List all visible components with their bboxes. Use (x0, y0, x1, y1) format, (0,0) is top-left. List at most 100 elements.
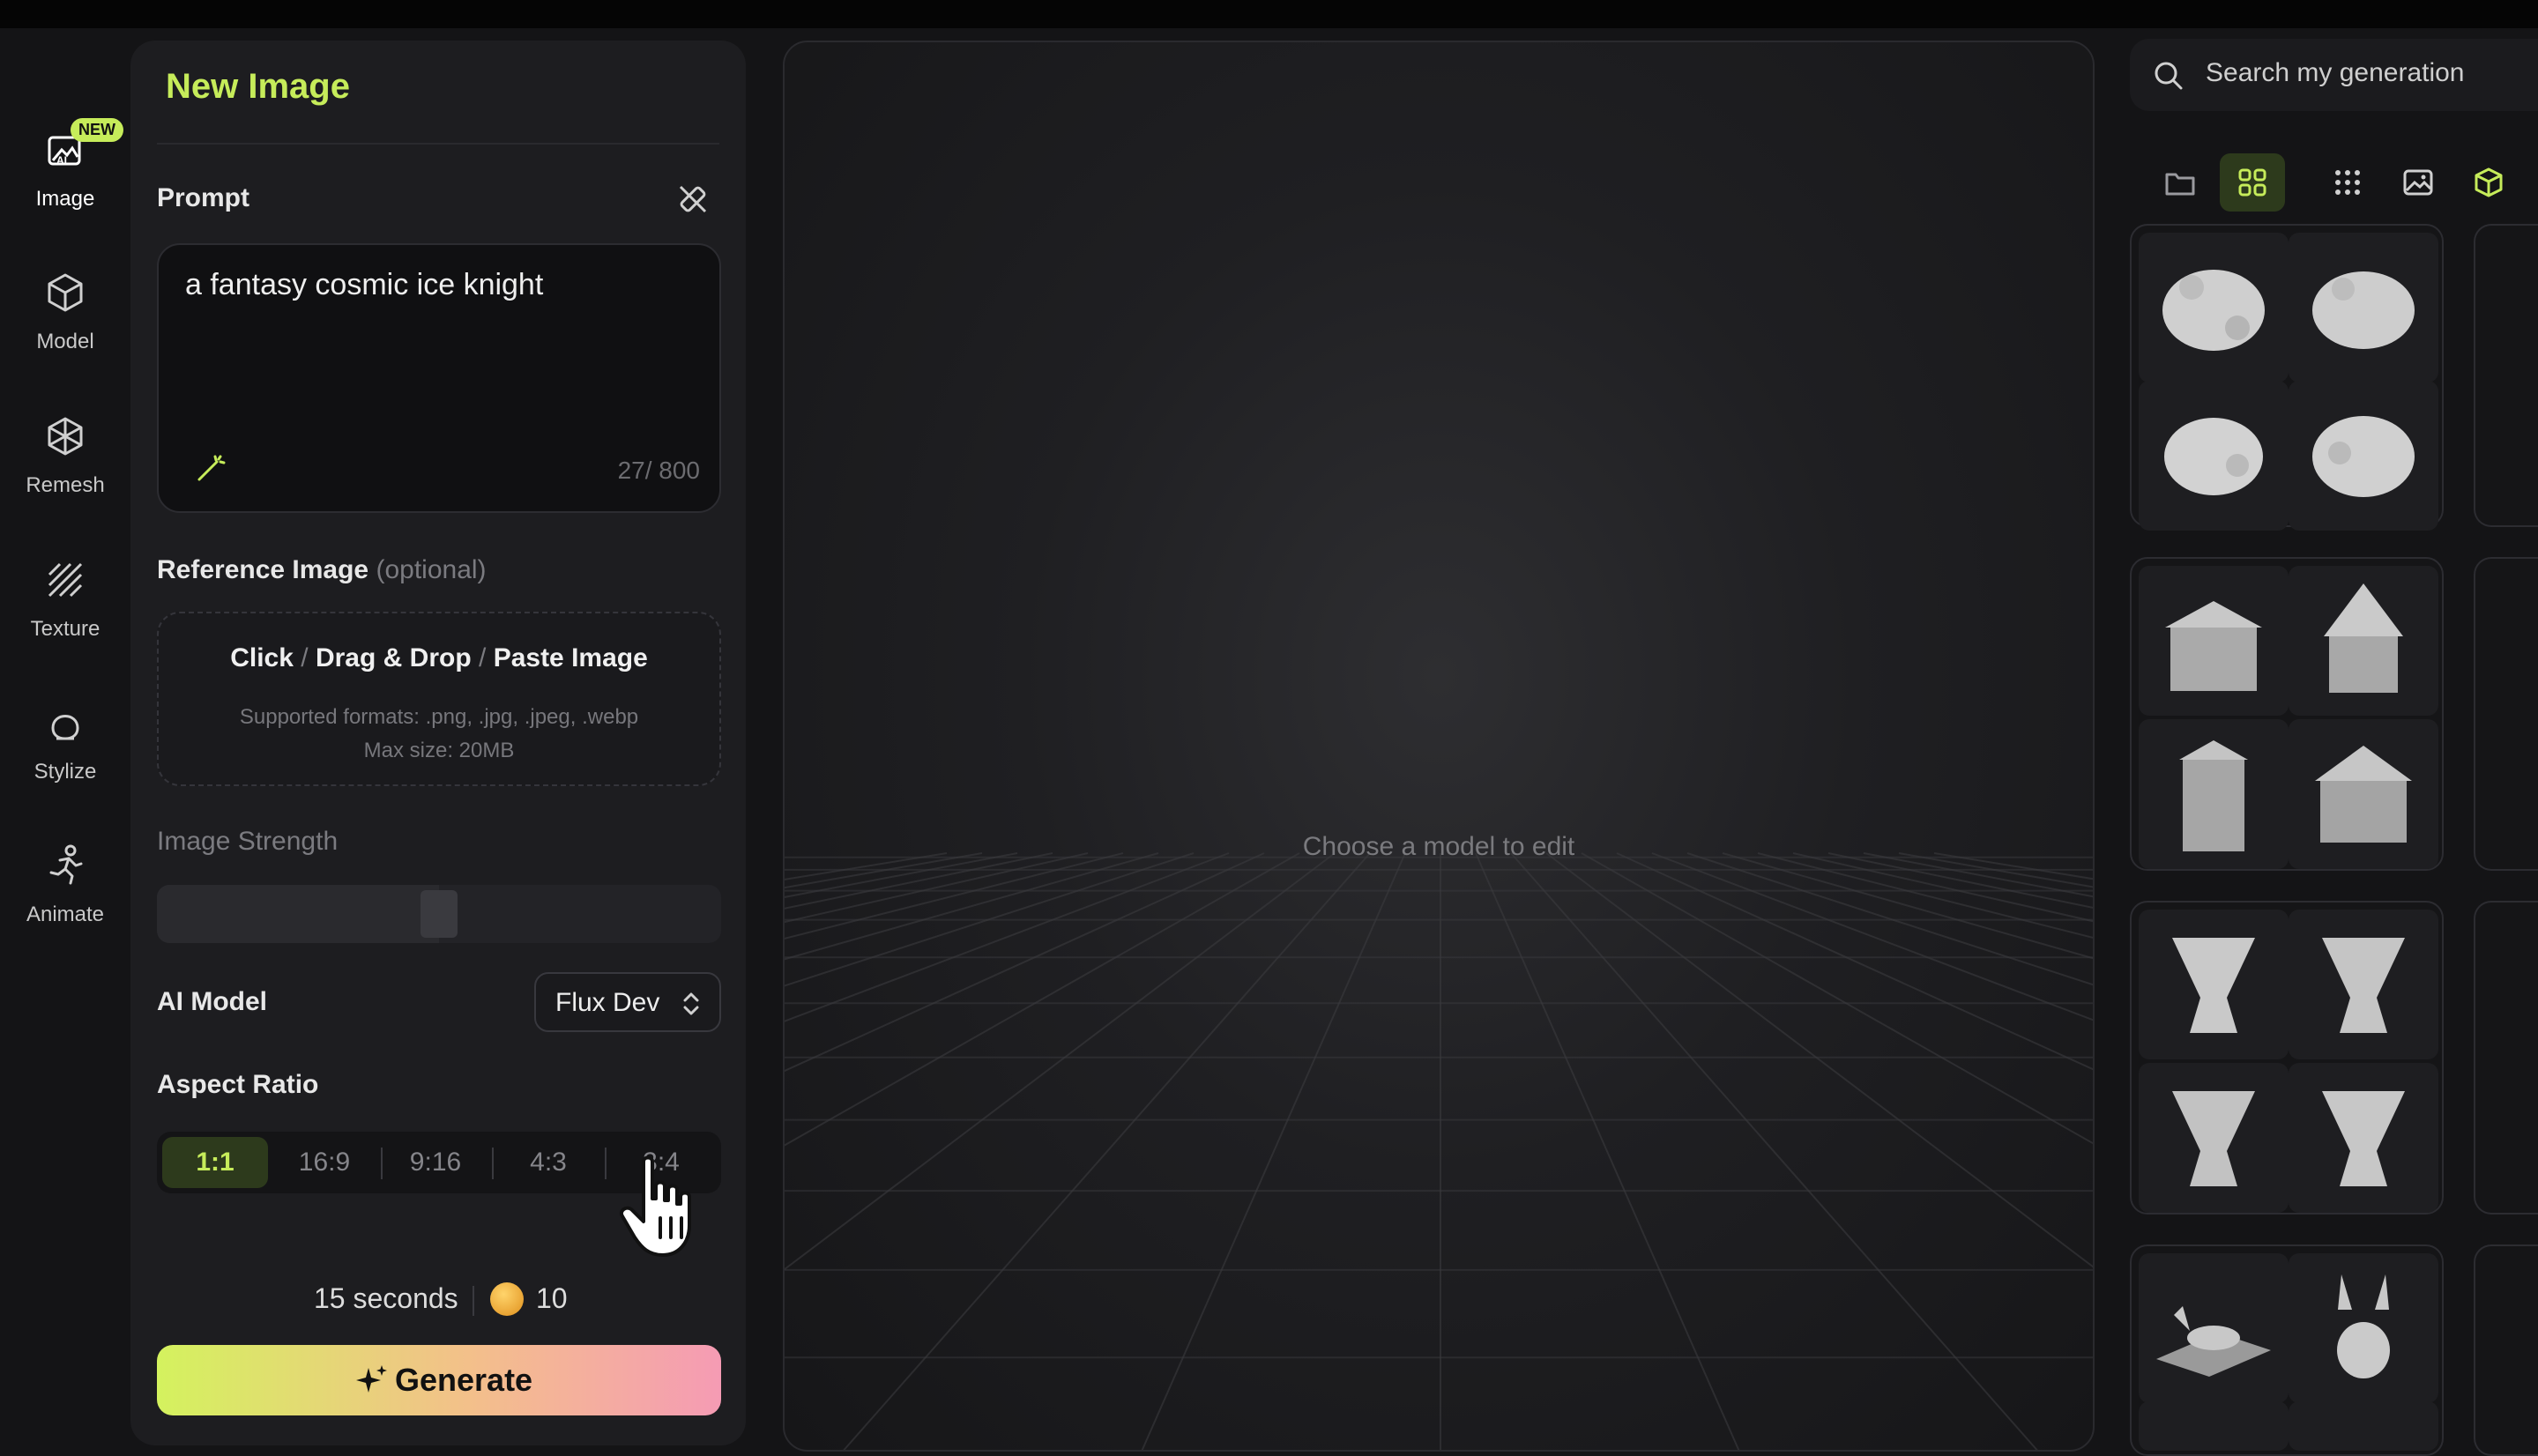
search-placeholder[interactable]: Search my generation (2206, 58, 2465, 88)
grid-line (785, 852, 1159, 961)
piggy-bank-thumbnail[interactable] (2139, 381, 2289, 531)
nav-item-animate[interactable]: Animate (0, 841, 130, 973)
prompt-input[interactable]: a fantasy cosmic ice knight 27/ 800 (157, 243, 721, 513)
nav-item-stylize[interactable]: Stylize (0, 698, 130, 830)
reference-separator: / (479, 643, 487, 672)
nav-item-image[interactable]: AI NEW Image (0, 118, 130, 257)
aspect-option-16-9[interactable]: 16:9 (272, 1137, 377, 1188)
piggy-bank-thumbnail[interactable] (2139, 233, 2289, 383)
vase-model (2172, 938, 2255, 1033)
gallery-card-dog[interactable] (2130, 1244, 2444, 1456)
nav-item-texture[interactable]: Texture (0, 555, 130, 687)
nav-label-animate: Animate (26, 903, 105, 926)
generate-button[interactable]: Generate (157, 1345, 721, 1415)
house-model (2324, 583, 2403, 693)
nav-label-texture: Texture (30, 617, 100, 641)
viewport-empty-message: Choose a model to edit (1302, 832, 1575, 861)
folder-icon (2165, 173, 2195, 196)
grid-line (785, 852, 1265, 1073)
nav-item-model[interactable]: Model (0, 268, 130, 400)
remesh-icon (48, 417, 83, 456)
grid-line (1510, 852, 2038, 1450)
filter-grid-large[interactable] (2220, 153, 2285, 212)
piggy-bank-thumbnail[interactable] (2289, 233, 2438, 383)
gallery-card-piggy-bank[interactable] (2130, 224, 2444, 531)
dog-thumbnail[interactable] (2289, 1253, 2438, 1403)
filter-model[interactable] (2456, 153, 2521, 212)
vase-thumbnail[interactable] (2139, 1063, 2289, 1213)
grid-line (1757, 852, 2093, 939)
vase-thumbnail[interactable] (2139, 910, 2289, 1059)
magic-wand-icon[interactable] (194, 453, 226, 485)
reference-drag-drop[interactable]: Drag & Drop (316, 643, 472, 672)
grid-line (1141, 852, 1406, 1450)
aspect-option-4-3[interactable]: 4:3 (495, 1137, 601, 1188)
aspect-option-9-16[interactable]: 9:16 (383, 1137, 488, 1188)
prompt-text[interactable]: a fantasy cosmic ice knight (185, 268, 543, 302)
svg-text:AI: AI (56, 154, 67, 167)
reference-image-dropzone[interactable]: Click / Drag & Drop / Paste Image Suppor… (157, 612, 721, 786)
gallery-card-partial[interactable] (2474, 1244, 2538, 1456)
model-viewport[interactable]: Choose a model to edit (783, 41, 2095, 1452)
image-strength-label: Image Strength (157, 827, 339, 856)
reference-max-size: Max size: 20MB (363, 739, 515, 762)
search-icon (2155, 62, 2183, 90)
dog-thumbnail[interactable] (2139, 1253, 2289, 1403)
house-model (2179, 740, 2248, 851)
aspect-ratio-label: Aspect Ratio (157, 1070, 319, 1099)
image-icon (2403, 169, 2433, 196)
prompt-counter: 27/ 800 (617, 457, 700, 484)
piggy-bank-thumbnail[interactable] (2289, 381, 2438, 531)
filter-image[interactable] (2385, 153, 2451, 212)
gallery-card-partial[interactable] (2474, 557, 2538, 871)
grid-line (785, 852, 983, 889)
credit-cost: 10 (536, 1282, 568, 1314)
dog-model (2156, 1306, 2271, 1377)
vase-model (2322, 1091, 2405, 1186)
house-thumbnail[interactable] (2139, 566, 2289, 716)
image-strength-slider[interactable] (157, 885, 721, 943)
piggy-bank-model (2164, 418, 2263, 495)
reference-click[interactable]: Click (230, 643, 294, 672)
vase-thumbnail[interactable] (2289, 1063, 2438, 1213)
credit-coin-icon (490, 1282, 524, 1316)
generate-label: Generate (395, 1362, 533, 1398)
filter-grid-small[interactable] (2315, 153, 2380, 212)
reference-image-label: Reference Image (optional) (157, 555, 487, 585)
slider-thumb[interactable] (421, 890, 458, 938)
house-thumbnail[interactable] (2289, 719, 2438, 869)
house-thumbnail[interactable] (2139, 719, 2289, 869)
piggy-bank-model (2162, 270, 2265, 351)
clear-prompt-icon[interactable] (675, 182, 711, 217)
running-figure-icon (49, 844, 83, 885)
aspect-option-1-1[interactable]: 1:1 (162, 1137, 268, 1188)
gallery-card-partial[interactable] (2474, 224, 2538, 527)
floor-grid (785, 852, 2093, 1450)
nav-label-remesh: Remesh (26, 473, 105, 497)
house-thumbnail[interactable] (2289, 566, 2438, 716)
grid-line (1722, 852, 2093, 960)
filter-folder[interactable] (2147, 153, 2213, 212)
gallery-card-house[interactable] (2130, 557, 2444, 871)
panel-title: New Image (166, 67, 350, 106)
reference-paste[interactable]: Paste Image (494, 643, 648, 672)
vase-thumbnail[interactable] (2289, 910, 2438, 1059)
gallery-card-partial[interactable] (2474, 901, 2538, 1215)
cube-icon (2475, 167, 2503, 197)
sparkle-icon (356, 1365, 387, 1393)
grid-line (1475, 852, 1740, 1450)
grid-line (1863, 852, 2093, 898)
dog-thumbnail[interactable] (2139, 1401, 2289, 1451)
nav-label-stylize: Stylize (33, 760, 97, 784)
grid-line (843, 852, 1371, 1450)
hand-pointer-icon (620, 1155, 691, 1257)
grid-line (1898, 852, 2093, 888)
grid-line (1545, 852, 2093, 1268)
left-nav: AI NEW Image Model Remesh Texture Styliz… (0, 28, 130, 1452)
ai-model-select[interactable]: Flux Dev (534, 972, 721, 1032)
nav-item-remesh[interactable]: Remesh (0, 412, 130, 544)
gallery-card-vase[interactable] (2130, 901, 2444, 1215)
chevron-updown-icon (683, 992, 699, 1015)
gallery-search[interactable]: Search my generation (2130, 39, 2538, 111)
dog-thumbnail[interactable] (2289, 1401, 2438, 1451)
